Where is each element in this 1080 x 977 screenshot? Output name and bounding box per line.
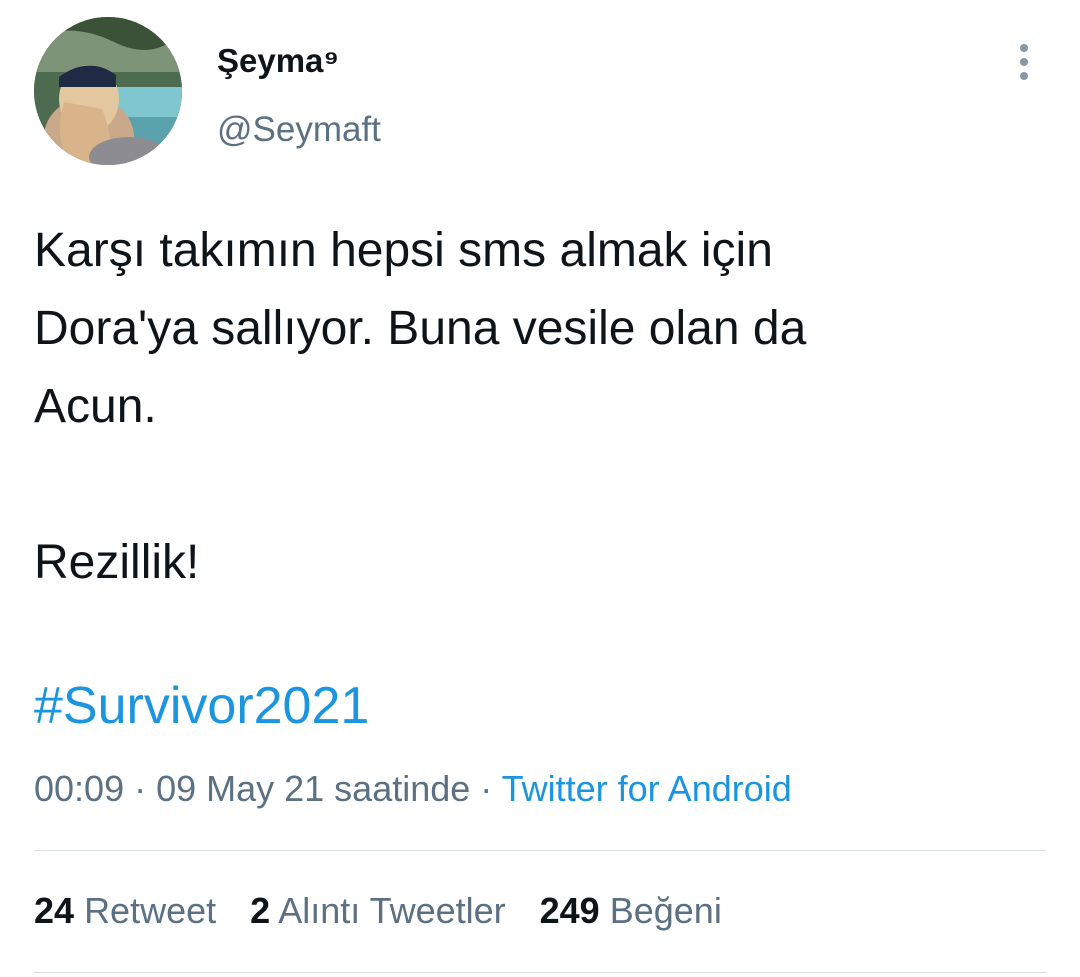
dot: [1020, 72, 1028, 80]
tweet-text-line: Karşı takımın hepsi sms almak için: [34, 224, 773, 277]
dot: [1020, 58, 1028, 66]
divider: [34, 850, 1046, 851]
tweet-text-line: Acun.: [34, 380, 157, 433]
tweet-text-line: Dora'ya sallıyor. Buna vesile olan da: [34, 302, 807, 355]
tweet-text-line: [34, 446, 1044, 524]
tweet-meta: 00:09 · 09 May 21 saatinde · Twitter for…: [34, 768, 792, 810]
hashtag-link[interactable]: #Survivor2021: [34, 676, 369, 736]
avatar-photo: [34, 17, 182, 165]
tweet-stats: 24 Retweet 2 Alıntı Tweetler 249 Beğeni: [34, 890, 722, 932]
author-handle[interactable]: @Seymaft: [217, 110, 381, 150]
divider: [34, 972, 1046, 973]
tweet-text-line: Rezillik!: [34, 536, 200, 589]
tweet-detail: Şeyma⁹ @Seymaft Karşı takımın hepsi sms …: [0, 0, 1080, 977]
timestamp[interactable]: 00:09 · 09 May 21 saatinde: [34, 768, 470, 809]
dot: [1020, 44, 1028, 52]
quotes-stat[interactable]: 2 Alıntı Tweetler: [250, 890, 506, 932]
more-options-icon[interactable]: [1006, 40, 1042, 84]
quotes-count: 2: [250, 890, 271, 931]
likes-stat[interactable]: 249 Beğeni: [540, 890, 722, 932]
author-display-name[interactable]: Şeyma⁹: [217, 42, 339, 80]
avatar[interactable]: [34, 17, 182, 165]
meta-separator: ·: [470, 768, 502, 809]
tweet-text: Karşı takımın hepsi sms almak için Dora'…: [34, 212, 1044, 602]
retweets-count: 24: [34, 890, 75, 931]
retweets-label: Retweet: [84, 890, 217, 931]
source-link[interactable]: Twitter for Android: [502, 768, 792, 809]
quotes-label: Alıntı Tweetler: [278, 890, 506, 931]
likes-count: 249: [539, 890, 600, 931]
retweets-stat[interactable]: 24 Retweet: [34, 890, 216, 932]
likes-label: Beğeni: [609, 890, 722, 931]
